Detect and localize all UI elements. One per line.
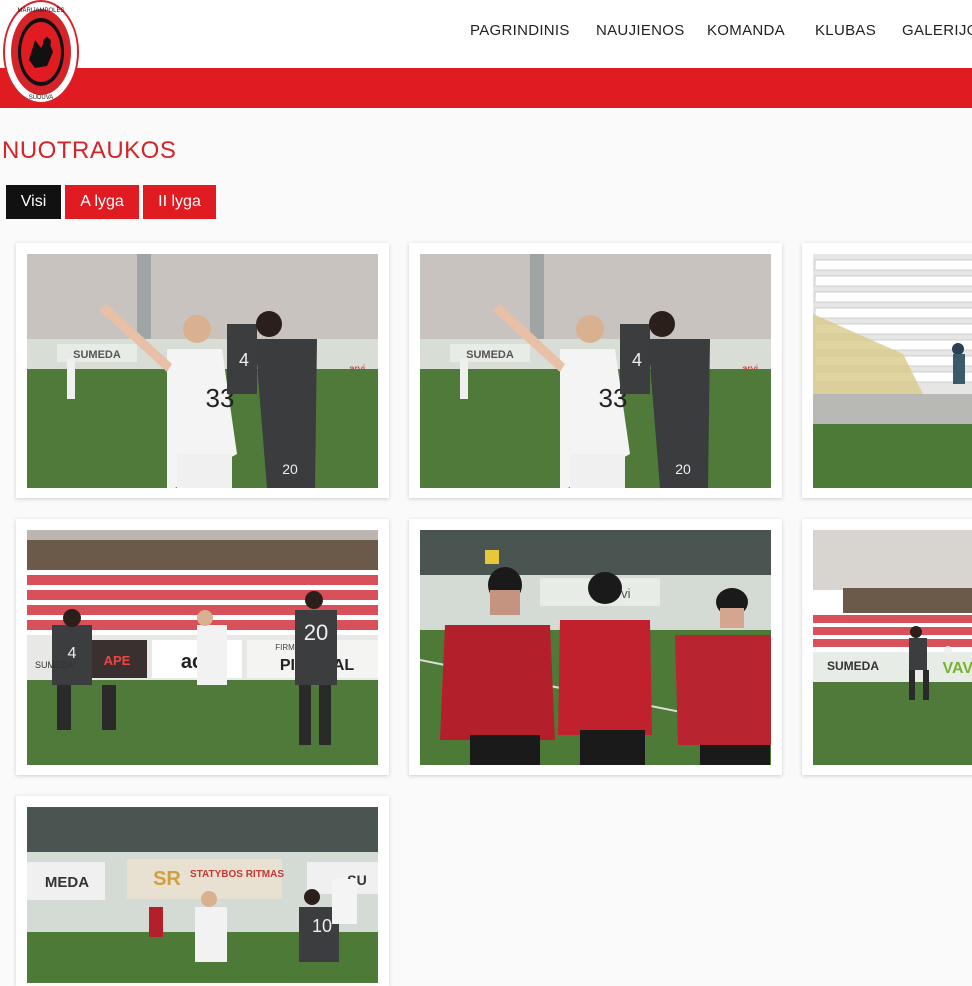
photo-coaches-red-jackets: arvi: [420, 530, 771, 765]
ad-sign: SUMEDA: [35, 660, 74, 670]
logo-text-top: MARIJAMPOLĖS: [17, 7, 64, 14]
jersey-number: 4: [239, 350, 249, 370]
page-title: NUOTRAUKOS: [2, 137, 177, 164]
photo-empty-stands: [813, 254, 972, 488]
nav-item-galerijos[interactable]: GALERIJOS: [902, 22, 972, 39]
gallery-card[interactable]: MEDA SR STATYBOS RITMAS SU 10: [16, 796, 389, 986]
gallery-card[interactable]: SUMEDA arvi 33 4 20: [16, 243, 389, 498]
photo-match-action: APE ac FIRM PIRO VAL 4 20 SUMEDA: [27, 530, 378, 765]
photo-players-arguing-duplicate: SUMEDA arvi 33 4 20: [420, 254, 771, 488]
ad-sign: FIRM: [275, 643, 295, 652]
gallery-card[interactable]: SUMEDA arvi 33 4 20: [409, 243, 782, 498]
nav-item-komanda[interactable]: KOMANDA: [707, 22, 785, 39]
filter-a-lyga-button[interactable]: A lyga: [65, 185, 139, 219]
logo-text-bottom: SŪDUVA: [29, 94, 54, 101]
ad-sign: MEDA: [45, 874, 89, 891]
ad-sign: SR: [153, 868, 181, 890]
filter-ii-lyga-button[interactable]: II lyga: [143, 185, 216, 219]
gallery-card[interactable]: arvi: [409, 519, 782, 775]
nav-item-klubas[interactable]: KLUBAS: [815, 22, 876, 39]
photo-rainy-match: MEDA SR STATYBOS RITMAS SU 10: [27, 807, 378, 983]
ad-sign: APE: [104, 653, 131, 668]
photo-players-arguing: SUMEDA arvi 33 4 20: [27, 254, 378, 488]
ad-sign: VAVA: [943, 660, 972, 677]
jersey-number: 20: [282, 461, 298, 477]
jersey-number: 4: [632, 350, 642, 370]
main-nav: PAGRINDINIS NAUJIENOS KOMANDA KLUBAS GAL…: [0, 0, 972, 68]
jersey-number: 20: [675, 461, 691, 477]
ad-sign: SUMEDA: [466, 349, 514, 361]
jersey-number: 10: [312, 916, 332, 936]
ad-sign: SUMEDA: [73, 349, 121, 361]
header-red-band: [0, 68, 972, 108]
nav-item-naujienos[interactable]: NAUJIENOS: [596, 22, 685, 39]
photo-player-dribbling: SUMEDA VAVA: [813, 530, 972, 765]
nav-item-pagrindinis[interactable]: PAGRINDINIS: [470, 22, 570, 39]
jersey-number: 20: [304, 620, 328, 645]
ad-sign: STATYBOS RITMAS: [190, 869, 284, 880]
ad-sign: SUMEDA: [827, 659, 879, 673]
filter-visi-button[interactable]: Visi: [6, 185, 61, 219]
club-logo[interactable]: MARIJAMPOLĖS SŪDUVA: [3, 0, 79, 104]
gallery-card[interactable]: APE ac FIRM PIRO VAL 4 20 SUMEDA: [16, 519, 389, 775]
gallery-card[interactable]: [802, 243, 972, 498]
gallery-card[interactable]: SUMEDA VAVA: [802, 519, 972, 775]
